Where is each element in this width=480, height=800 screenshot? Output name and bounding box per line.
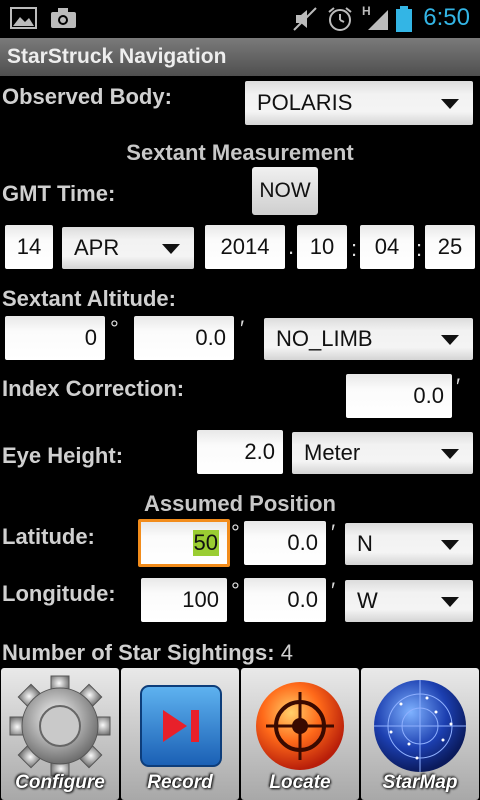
configure-label: Configure bbox=[15, 772, 105, 793]
month-spinner[interactable]: APR bbox=[62, 227, 194, 269]
second-field[interactable]: 25 bbox=[425, 225, 475, 269]
longitude-degrees-field[interactable]: 100 bbox=[141, 578, 227, 622]
day-field[interactable]: 14 bbox=[5, 225, 53, 269]
alarm-icon bbox=[328, 7, 352, 31]
limb-value: NO_LIMB bbox=[276, 326, 373, 351]
locate-label: Locate bbox=[269, 772, 331, 793]
altitude-degrees-field[interactable]: 0 bbox=[5, 316, 105, 360]
chevron-down-icon bbox=[441, 597, 459, 607]
starmap-button[interactable]: StarMap bbox=[361, 668, 479, 800]
observed-body-spinner[interactable]: POLARIS bbox=[245, 81, 473, 125]
index-correction-field[interactable]: 0.0 bbox=[346, 374, 452, 418]
locate-button[interactable]: Locate bbox=[241, 668, 359, 800]
star-map-icon bbox=[374, 680, 466, 772]
starmap-label: StarMap bbox=[382, 772, 458, 793]
record-button[interactable]: Record bbox=[121, 668, 239, 800]
latitude-minutes-field[interactable]: 0.0 bbox=[244, 521, 326, 565]
latitude-degrees-value: 50 bbox=[192, 530, 219, 556]
date-separator: . bbox=[288, 234, 295, 259]
eye-unit-spinner[interactable]: Meter bbox=[292, 432, 473, 474]
battery-icon bbox=[396, 6, 412, 32]
configure-button[interactable]: Configure bbox=[1, 668, 119, 800]
eye-unit-value: Meter bbox=[304, 440, 361, 465]
app-title: StarStruck Navigation bbox=[7, 45, 227, 68]
hour-field[interactable]: 10 bbox=[297, 225, 347, 269]
assumed-position-header: Assumed Position bbox=[144, 491, 336, 516]
target-icon bbox=[256, 682, 344, 770]
degree-symbol: ° bbox=[110, 316, 119, 341]
observed-body-value: POLARIS bbox=[257, 90, 353, 115]
time-separator: : bbox=[351, 236, 358, 261]
longitude-hemisphere-spinner[interactable]: W bbox=[345, 580, 473, 622]
chevron-down-icon bbox=[441, 449, 459, 459]
minute-symbol: ′ bbox=[456, 374, 461, 399]
gear-icon bbox=[9, 675, 111, 777]
chevron-down-icon bbox=[441, 540, 459, 550]
minute-symbol: ′ bbox=[240, 316, 245, 341]
status-bar: H 6:50 bbox=[0, 0, 480, 38]
degree-symbol: ° bbox=[231, 578, 240, 603]
gallery-icon bbox=[10, 7, 37, 29]
star-sightings-count: 4 bbox=[280, 640, 293, 665]
minute-field[interactable]: 04 bbox=[360, 225, 414, 269]
eye-height-label: Eye Height: bbox=[2, 443, 124, 468]
index-correction-label: Index Correction: bbox=[2, 376, 185, 401]
camera-icon bbox=[51, 8, 76, 28]
longitude-label: Longitude: bbox=[2, 581, 116, 606]
chevron-down-icon bbox=[441, 99, 459, 109]
chevron-down-icon bbox=[441, 335, 459, 345]
chevron-down-icon bbox=[162, 244, 180, 254]
muted-icon bbox=[293, 7, 317, 31]
signal-icon bbox=[368, 10, 388, 30]
month-value: APR bbox=[74, 235, 120, 260]
limb-spinner[interactable]: NO_LIMB bbox=[264, 318, 473, 360]
record-label: Record bbox=[147, 772, 213, 793]
status-clock: 6:50 bbox=[423, 4, 470, 31]
minute-symbol: ′ bbox=[331, 520, 336, 545]
gmt-time-label: GMT Time: bbox=[2, 181, 116, 206]
longitude-minutes-field[interactable]: 0.0 bbox=[244, 578, 326, 622]
sextant-altitude-label: Sextant Altitude: bbox=[2, 286, 176, 311]
star-sightings-text: Number of Star Sightings: bbox=[2, 640, 275, 665]
latitude-hemisphere-spinner[interactable]: N bbox=[345, 523, 473, 565]
sextant-header: Sextant Measurement bbox=[126, 140, 354, 165]
record-icon bbox=[140, 685, 222, 767]
minute-symbol: ′ bbox=[331, 578, 336, 603]
latitude-hemisphere-value: N bbox=[357, 531, 373, 556]
altitude-minutes-field[interactable]: 0.0 bbox=[134, 316, 234, 360]
now-button[interactable]: NOW bbox=[252, 167, 318, 215]
latitude-degrees-field[interactable]: 50 bbox=[138, 519, 230, 567]
observed-body-label: Observed Body: bbox=[2, 84, 172, 109]
latitude-label: Latitude: bbox=[2, 524, 95, 549]
time-separator: : bbox=[416, 236, 423, 261]
eye-height-field[interactable]: 2.0 bbox=[197, 430, 283, 474]
year-field[interactable]: 2014 bbox=[205, 225, 285, 269]
star-sightings-label: Number of Star Sightings: 4 bbox=[2, 640, 293, 666]
longitude-hemisphere-value: W bbox=[357, 588, 378, 613]
degree-symbol: ° bbox=[231, 520, 240, 545]
